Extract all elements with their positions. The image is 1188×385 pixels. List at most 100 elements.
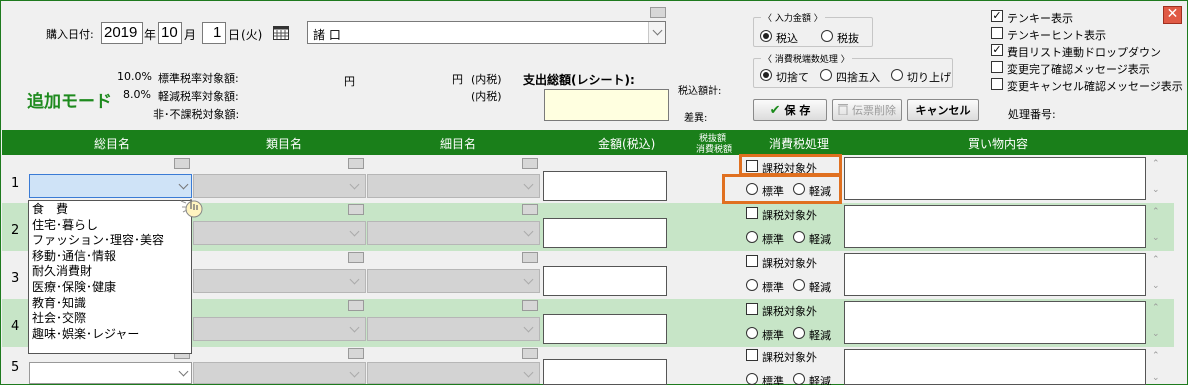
- check-icon: ✔: [769, 102, 781, 118]
- option-tenkey-checkbox[interactable]: ✓: [991, 10, 1003, 22]
- radio-reduced[interactable]: [793, 327, 805, 339]
- radio-tax-excl[interactable]: [821, 30, 833, 42]
- amount-input[interactable]: [543, 218, 667, 248]
- exempt-checkbox[interactable]: [746, 207, 758, 219]
- cat3-select[interactable]: [367, 317, 540, 341]
- radio-standard[interactable]: [746, 279, 758, 291]
- cat2-small-button[interactable]: [348, 348, 364, 359]
- memo-scrollbar[interactable]: ⌃ ⌄: [1148, 301, 1164, 344]
- radio-standard[interactable]: [746, 327, 758, 339]
- cat3-select[interactable]: [367, 362, 540, 384]
- cat3-select[interactable]: [367, 174, 540, 198]
- dropdown-item[interactable]: 食 費: [32, 202, 188, 218]
- mode-title: 追加モード: [27, 92, 112, 112]
- close-icon[interactable]: ✕: [1163, 6, 1182, 24]
- radio-standard[interactable]: [746, 373, 758, 385]
- memo-scrollbar[interactable]: ⌃ ⌄: [1148, 349, 1164, 385]
- cat1-select[interactable]: [29, 174, 192, 198]
- option-cancel-msg-checkbox[interactable]: [991, 78, 1003, 90]
- total-input[interactable]: [544, 89, 669, 121]
- row-number: 1: [11, 176, 20, 191]
- cat3-small-button[interactable]: [522, 252, 538, 263]
- cat3-small-button[interactable]: [522, 158, 538, 169]
- cat1-select[interactable]: [29, 362, 192, 384]
- dropdown-item[interactable]: 社会･交際: [32, 311, 188, 327]
- exempt-checkbox[interactable]: [746, 349, 758, 361]
- dropdown-item[interactable]: 趣味･娯楽･レジャー: [32, 327, 188, 343]
- exempt-checkbox[interactable]: [746, 303, 758, 315]
- radio-reduced[interactable]: [793, 279, 805, 291]
- chevron-down-icon: [652, 25, 663, 36]
- option-tenkey-hint-checkbox[interactable]: [991, 27, 1003, 39]
- store-select[interactable]: 諸 口: [307, 21, 666, 44]
- memo-input[interactable]: [844, 253, 1146, 296]
- cat3-small-button[interactable]: [522, 300, 538, 311]
- store-small-button[interactable]: [650, 7, 666, 18]
- radio-round-down[interactable]: [760, 69, 772, 81]
- memo-input[interactable]: [844, 301, 1146, 344]
- tax-rate-highlight: [722, 174, 842, 204]
- cat3-select[interactable]: [367, 269, 540, 293]
- day-input[interactable]: 1: [202, 22, 226, 44]
- radio-round-half[interactable]: [820, 69, 832, 81]
- cat2-small-button[interactable]: [348, 158, 364, 169]
- cat3-select[interactable]: [367, 221, 540, 245]
- memo-input[interactable]: [844, 205, 1146, 248]
- dropdown-item[interactable]: ファッション･理容･美容: [32, 233, 188, 249]
- option-confirm-msg-label: 変更完了確認メッセージ表示: [1007, 63, 1150, 76]
- input-amount-title: 〈 入力金額 〉: [761, 11, 825, 24]
- radio-tax-incl[interactable]: [760, 30, 772, 42]
- memo-scrollbar[interactable]: ⌃ ⌄: [1148, 205, 1164, 248]
- radio-standard[interactable]: [746, 231, 758, 243]
- amount-input[interactable]: [543, 266, 667, 296]
- cat2-select[interactable]: [193, 317, 366, 341]
- calendar-icon[interactable]: [273, 26, 289, 43]
- radio-round-up[interactable]: [891, 69, 903, 81]
- option-linked-dropdown-checkbox[interactable]: ✓: [991, 44, 1003, 56]
- month-input[interactable]: 10: [158, 22, 182, 44]
- exempt-label: 課税対象外: [762, 305, 817, 318]
- amount-input[interactable]: [543, 314, 667, 344]
- col-amount: 金額(税込): [598, 137, 656, 151]
- radio-reduced[interactable]: [793, 231, 805, 243]
- row-number: 5: [11, 360, 20, 375]
- memo-scrollbar[interactable]: ⌃ ⌄: [1148, 253, 1164, 296]
- cat3-small-button[interactable]: [522, 348, 538, 359]
- memo-input[interactable]: [844, 349, 1146, 385]
- memo-scrollbar[interactable]: ⌃ ⌄: [1148, 157, 1164, 200]
- year-input[interactable]: 2019: [101, 22, 143, 44]
- cat2-small-button[interactable]: [348, 252, 364, 263]
- cat2-small-button[interactable]: [348, 204, 364, 215]
- dropdown-item[interactable]: 教育･知識: [32, 296, 188, 312]
- option-linked-dropdown-label: 費目リスト連動ドロップダウン: [1007, 46, 1161, 59]
- dropdown-item[interactable]: 住宅･暮らし: [32, 218, 188, 234]
- cat2-select[interactable]: [193, 362, 366, 384]
- exempt-checkbox[interactable]: [746, 255, 758, 267]
- row-number: 4: [11, 319, 20, 334]
- dropdown-item[interactable]: 耐久消費財: [32, 264, 188, 280]
- reduced-label: 軽減: [809, 375, 831, 385]
- cancel-button[interactable]: キャンセル: [907, 99, 979, 121]
- cat1-small-button[interactable]: [174, 158, 190, 169]
- standard-label: 標準: [762, 233, 784, 246]
- memo-input[interactable]: [844, 157, 1146, 200]
- cat3-small-button[interactable]: [522, 204, 538, 215]
- amount-input[interactable]: [543, 171, 667, 201]
- cancel-label: キャンセル: [915, 104, 971, 117]
- dropdown-item[interactable]: 移動･通信･情報: [32, 249, 188, 265]
- exempt-label: 課税対象外: [762, 209, 817, 222]
- cat2-select[interactable]: [193, 269, 366, 293]
- category-dropdown-list[interactable]: 食 費 住宅･暮らし ファッション･理容･美容 移動･通信･情報 耐久消費財 医…: [28, 200, 192, 354]
- cat2-small-button[interactable]: [348, 300, 364, 311]
- dropdown-item[interactable]: 医療･保険･健康: [32, 280, 188, 296]
- amount-input[interactable]: [543, 359, 667, 385]
- radio-round-down-label: 切捨て: [776, 71, 809, 84]
- year-unit: 年: [144, 28, 157, 42]
- cat2-select[interactable]: [193, 221, 366, 245]
- store-value: 諸 口: [313, 28, 341, 42]
- save-button[interactable]: ✔ 保 存: [753, 99, 827, 121]
- radio-reduced[interactable]: [793, 373, 805, 385]
- cat2-select[interactable]: [193, 174, 366, 198]
- delete-button[interactable]: 伝票削除: [832, 99, 902, 121]
- option-confirm-msg-checkbox[interactable]: [991, 61, 1003, 73]
